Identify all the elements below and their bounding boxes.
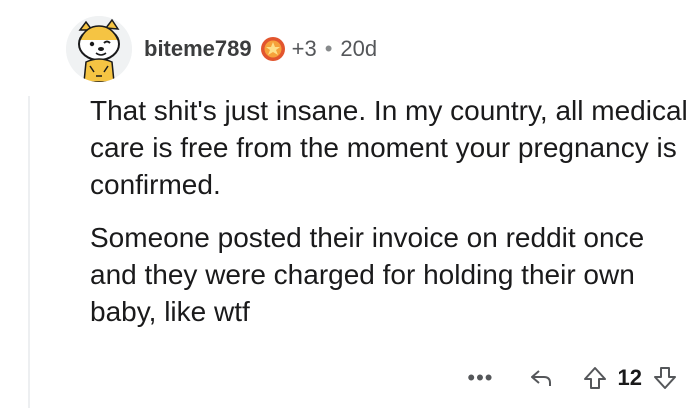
- thread-line[interactable]: [28, 96, 30, 408]
- comment-paragraph: That shit's just insane. In my country, …: [90, 95, 688, 200]
- award-count: +3: [291, 36, 317, 61]
- downvote-icon[interactable]: [652, 365, 678, 391]
- tiger-avatar-icon: [66, 16, 132, 82]
- comment-header: biteme789 +3 • 20d: [66, 16, 700, 82]
- timestamp: 20d: [340, 36, 378, 61]
- avatar[interactable]: [66, 16, 132, 82]
- separator-dot: •: [324, 36, 333, 61]
- reply-icon[interactable]: [528, 365, 554, 391]
- more-options-button[interactable]: •••: [467, 365, 493, 391]
- comment-paragraph: Someone posted their invoice on reddit o…: [90, 222, 645, 327]
- comment-actions: ••• 12: [467, 360, 678, 396]
- upvote-icon[interactable]: [582, 365, 608, 391]
- username[interactable]: biteme789: [144, 36, 252, 62]
- award-icon[interactable]: [260, 36, 286, 62]
- vote-score: 12: [617, 365, 642, 390]
- comment-body: That shit's just insane. In my country, …: [90, 92, 690, 346]
